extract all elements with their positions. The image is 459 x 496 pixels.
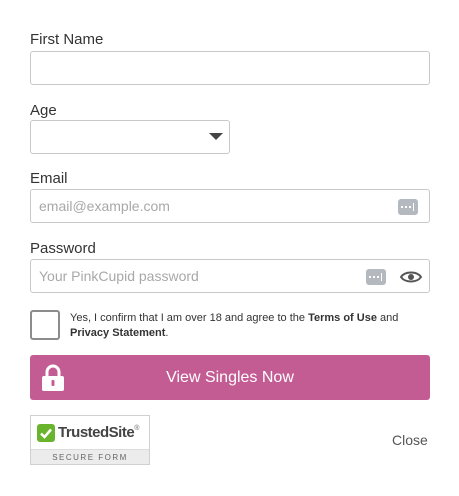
close-link[interactable]: Close xyxy=(392,432,428,448)
first-name-field[interactable] xyxy=(30,51,430,85)
consent-prefix: Yes, I confirm that I am over 18 and agr… xyxy=(70,312,309,324)
view-singles-label: View Singles Now xyxy=(166,368,294,386)
first-name-input[interactable] xyxy=(31,52,429,84)
age-select[interactable] xyxy=(30,120,230,154)
check-icon xyxy=(37,423,55,442)
consent-text: Yes, I confirm that I am over 18 and agr… xyxy=(70,311,420,341)
password-label: Password xyxy=(30,240,96,257)
show-password-eye-icon[interactable] xyxy=(400,270,422,284)
dropdown-arrow-icon[interactable] xyxy=(209,133,223,140)
consent-connector: and xyxy=(376,312,399,324)
password-manager-icon[interactable] xyxy=(366,269,386,285)
password-manager-icon[interactable] xyxy=(398,199,418,215)
view-singles-button[interactable]: View Singles Now xyxy=(30,355,430,400)
email-field[interactable] xyxy=(30,189,430,223)
privacy-statement-link[interactable]: Privacy Statement xyxy=(70,327,165,339)
password-field[interactable] xyxy=(30,259,430,293)
trustedsite-logo: TrustedSite ® xyxy=(31,416,149,449)
trustedsite-name: TrustedSite xyxy=(58,424,135,441)
email-label: Email xyxy=(30,170,68,187)
lock-icon xyxy=(42,364,64,391)
signup-form: First Name Age Email Password Yes, I con… xyxy=(0,0,459,496)
first-name-label: First Name xyxy=(30,31,104,48)
age-label: Age xyxy=(30,102,57,119)
trustedsite-badge[interactable]: TrustedSite ® SECURE FORM xyxy=(30,415,150,465)
trustedsite-trademark: ® xyxy=(134,425,140,432)
age-terms-checkbox[interactable] xyxy=(30,310,60,340)
secure-form-caption: SECURE FORM xyxy=(31,449,149,464)
consent-suffix: . xyxy=(165,327,169,339)
terms-of-use-link[interactable]: Terms of Use xyxy=(308,312,377,324)
email-input[interactable] xyxy=(31,190,429,222)
